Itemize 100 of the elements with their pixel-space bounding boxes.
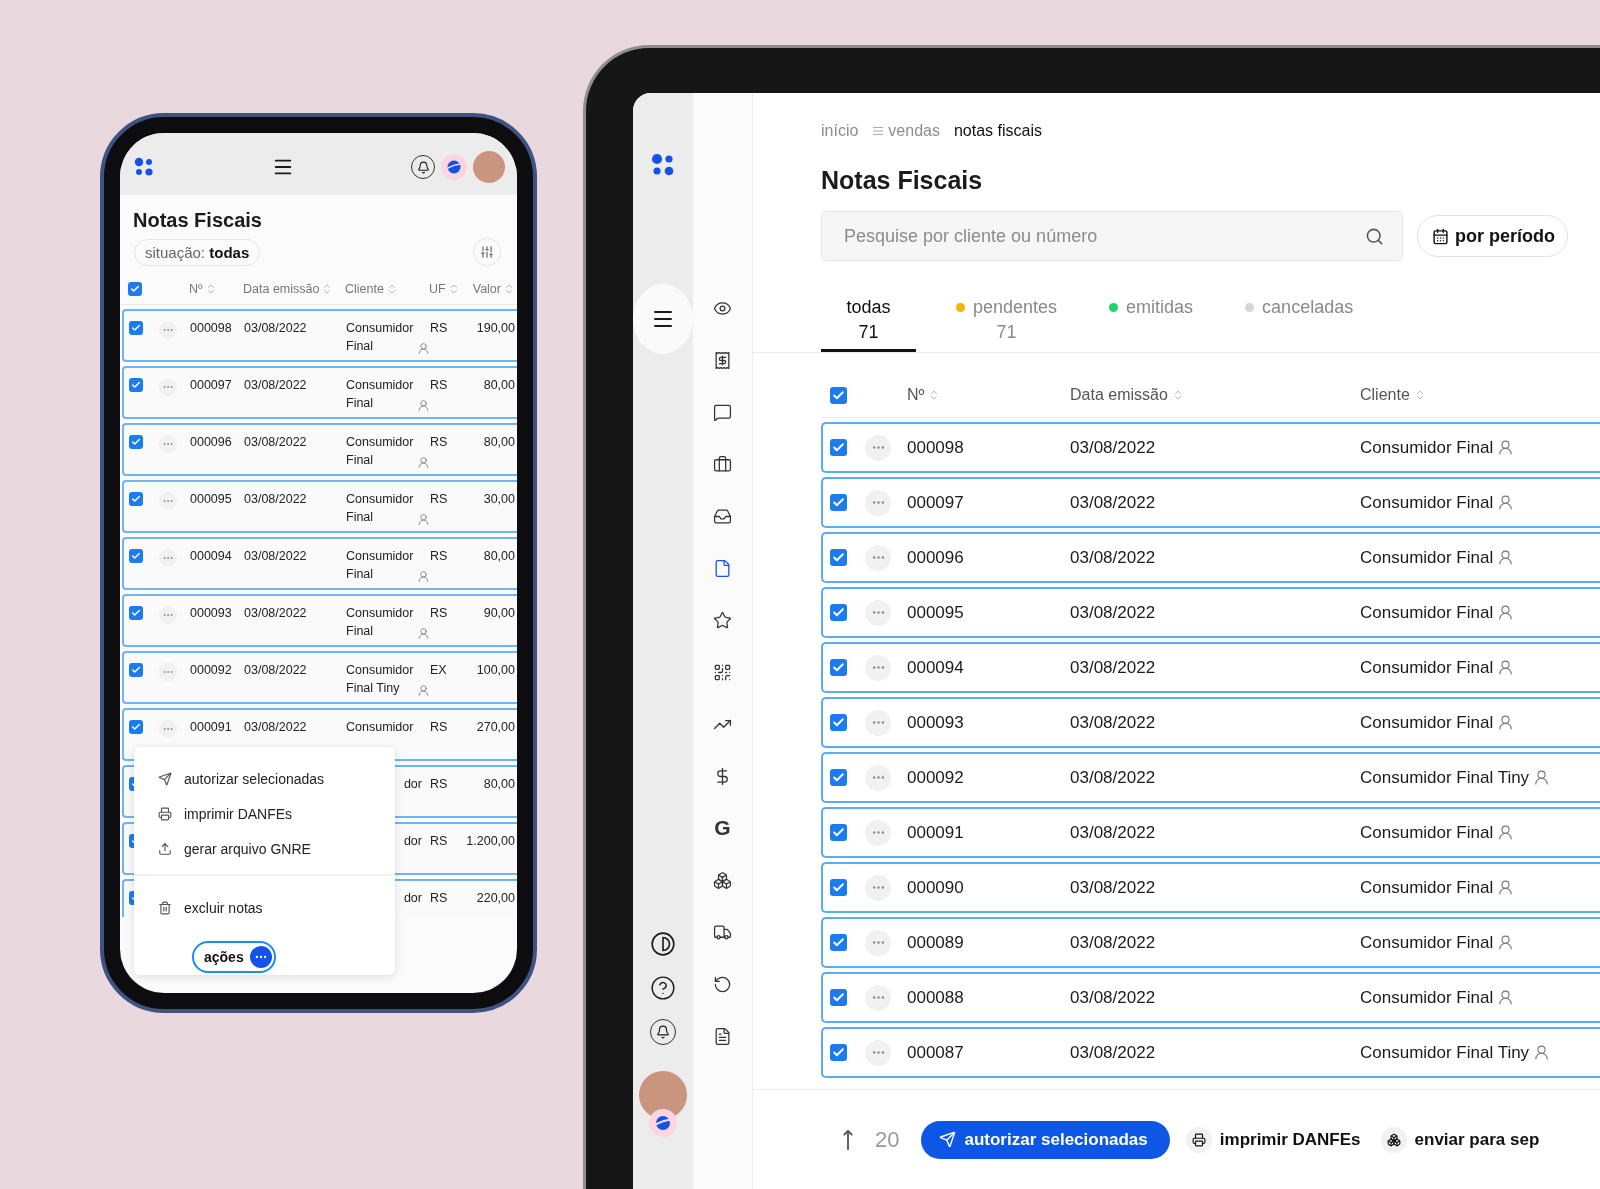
table-row[interactable]: 000098 03/08/2022 Consumidor Final xyxy=(821,422,1600,473)
table-row[interactable]: 000093 03/08/2022 Consumidor Final xyxy=(821,697,1600,748)
tab[interactable]: pendentes 71 xyxy=(944,297,1070,352)
table-row[interactable]: 000088 03/08/2022 Consumidor Final xyxy=(821,972,1600,1023)
checkbox[interactable] xyxy=(830,439,847,456)
tab[interactable]: canceladas xyxy=(1233,297,1366,352)
qr-code-icon[interactable] xyxy=(713,662,732,682)
table-cell: Consumidor Final xyxy=(1360,987,1494,1008)
table-row[interactable]: 000092 03/08/2022 Consumidor Final Tiny xyxy=(821,752,1600,803)
tab[interactable]: emitidas xyxy=(1097,297,1206,352)
check-icon xyxy=(832,771,845,784)
checkbox[interactable] xyxy=(129,606,143,620)
search-input[interactable]: Pesquise por cliente ou número xyxy=(842,224,1365,248)
receipt-icon[interactable] xyxy=(713,350,732,370)
menu-item[interactable]: imprimir DANFEs xyxy=(158,796,395,831)
table-cell-text: Consumidor xyxy=(346,719,414,736)
help-icon[interactable] xyxy=(650,975,676,1001)
checkbox[interactable] xyxy=(128,282,142,296)
table-row[interactable]: 000091 03/08/2022 Consumidor Final xyxy=(821,807,1600,858)
person-icon xyxy=(1497,604,1515,621)
table-cell-text: dor xyxy=(403,834,423,848)
table-row[interactable]: 000097 03/08/2022 Consumidor Final xyxy=(821,477,1600,528)
checkbox[interactable] xyxy=(129,549,143,563)
checkbox[interactable] xyxy=(830,989,847,1006)
actions-button[interactable]: ações xyxy=(192,941,276,973)
checkbox[interactable] xyxy=(830,549,847,566)
undo-icon[interactable] xyxy=(713,974,732,994)
action-button[interactable]: autorizar selecionadas xyxy=(921,1120,1170,1159)
avatar[interactable] xyxy=(473,151,505,183)
logo-icon xyxy=(651,153,675,177)
search-field[interactable]: Pesquise por cliente ou número xyxy=(821,211,1403,261)
checkbox[interactable] xyxy=(830,386,847,404)
checkbox[interactable] xyxy=(830,769,847,786)
table-row[interactable]: 000095 03/08/2022 Consumidor Final RS 30,00 xyxy=(122,480,517,533)
table-row[interactable]: 000098 03/08/2022 Consumidor Final RS 190,00 xyxy=(122,309,517,362)
file-icon[interactable] xyxy=(713,558,732,578)
checkbox[interactable] xyxy=(830,934,847,951)
person-icon xyxy=(1533,769,1551,786)
check-icon xyxy=(832,991,845,1004)
table-cell: RS xyxy=(430,378,448,392)
checkbox[interactable] xyxy=(129,720,143,734)
table-cell: 03/08/2022 xyxy=(244,549,307,563)
table-cell: 03/08/2022 xyxy=(244,435,307,449)
checkbox[interactable] xyxy=(129,378,143,392)
checkbox[interactable] xyxy=(129,435,143,449)
table-row[interactable]: 000087 03/08/2022 Consumidor Final Tiny xyxy=(821,1027,1600,1078)
checkbox[interactable] xyxy=(830,1044,847,1061)
column-header: UF xyxy=(429,282,446,296)
menu-item[interactable]: autorizar selecionadas xyxy=(158,761,395,796)
column-header: Data emissão xyxy=(1070,386,1168,404)
star-icon[interactable] xyxy=(713,610,732,630)
selected-count: 20 xyxy=(875,1126,900,1153)
boxes-icon[interactable] xyxy=(713,870,732,890)
checkbox[interactable] xyxy=(129,492,143,506)
table-cell: RS xyxy=(430,435,448,449)
checkbox[interactable] xyxy=(129,663,143,677)
table-cell: 220,00 xyxy=(476,891,515,905)
table-cell-text: Consumidor Final xyxy=(346,377,415,412)
table-row[interactable]: 000094 03/08/2022 Consumidor Final xyxy=(821,642,1600,693)
period-button[interactable]: por período xyxy=(1417,215,1568,257)
contrast-icon[interactable] xyxy=(650,931,676,957)
sidebar-item[interactable]: G xyxy=(711,817,734,839)
table-row[interactable]: 000089 03/08/2022 Consumidor Final xyxy=(821,917,1600,968)
table-cell: 03/08/2022 xyxy=(244,720,307,734)
menu-item[interactable]: gerar arquivo GNRE xyxy=(158,831,395,866)
table-cell: 80,00 xyxy=(483,435,515,449)
table-row[interactable]: 000096 03/08/2022 Consumidor Final xyxy=(821,532,1600,583)
checkbox[interactable] xyxy=(830,604,847,621)
checkbox[interactable] xyxy=(830,494,847,511)
table-cell-text: Consumidor Final xyxy=(346,320,415,355)
column-header: Cliente xyxy=(345,282,384,296)
table-cell: Consumidor Final Tiny xyxy=(1360,767,1530,788)
table-row[interactable]: 000092 03/08/2022 Consumidor Final Tiny EX 100,00 xyxy=(122,651,517,704)
table-cell: RS xyxy=(430,549,448,563)
table-row[interactable]: 000096 03/08/2022 Consumidor Final RS 80,00 xyxy=(122,423,517,476)
table-row[interactable]: 000097 03/08/2022 Consumidor Final RS 80,00 xyxy=(122,366,517,419)
message-icon[interactable] xyxy=(713,402,732,422)
breadcrumb-link[interactable]: notas fiscais xyxy=(953,122,1042,140)
person-icon xyxy=(1497,714,1515,731)
table-cell-text: Consumidor Final Tiny xyxy=(346,662,415,697)
table-row[interactable]: 000093 03/08/2022 Consumidor Final RS 90,00 xyxy=(122,594,517,647)
checkbox[interactable] xyxy=(830,824,847,841)
action-button[interactable]: enviar para sep xyxy=(1380,1120,1544,1159)
table-cell: Consumidor Final xyxy=(1360,932,1494,953)
table-cell-text: 03/08/2022 xyxy=(1070,602,1157,623)
checkbox[interactable] xyxy=(129,321,143,335)
person-icon xyxy=(417,399,430,412)
table-cell: RS xyxy=(430,720,448,734)
checkbox[interactable] xyxy=(830,659,847,676)
document-icon[interactable] xyxy=(713,1026,732,1046)
table-row[interactable]: 000095 03/08/2022 Consumidor Final xyxy=(821,587,1600,638)
action-button[interactable]: imprimir DANFEs xyxy=(1185,1120,1365,1159)
table-cell: 000095 xyxy=(190,492,232,506)
tab[interactable]: todas 71 xyxy=(821,297,916,352)
checkbox[interactable] xyxy=(830,714,847,731)
table-row[interactable]: 000094 03/08/2022 Consumidor Final RS 80,00 xyxy=(122,537,517,590)
menu-item[interactable]: excluir notas xyxy=(158,890,395,925)
briefcase-icon[interactable] xyxy=(713,454,732,474)
table-row[interactable]: 000090 03/08/2022 Consumidor Final xyxy=(821,862,1600,913)
checkbox[interactable] xyxy=(830,879,847,896)
